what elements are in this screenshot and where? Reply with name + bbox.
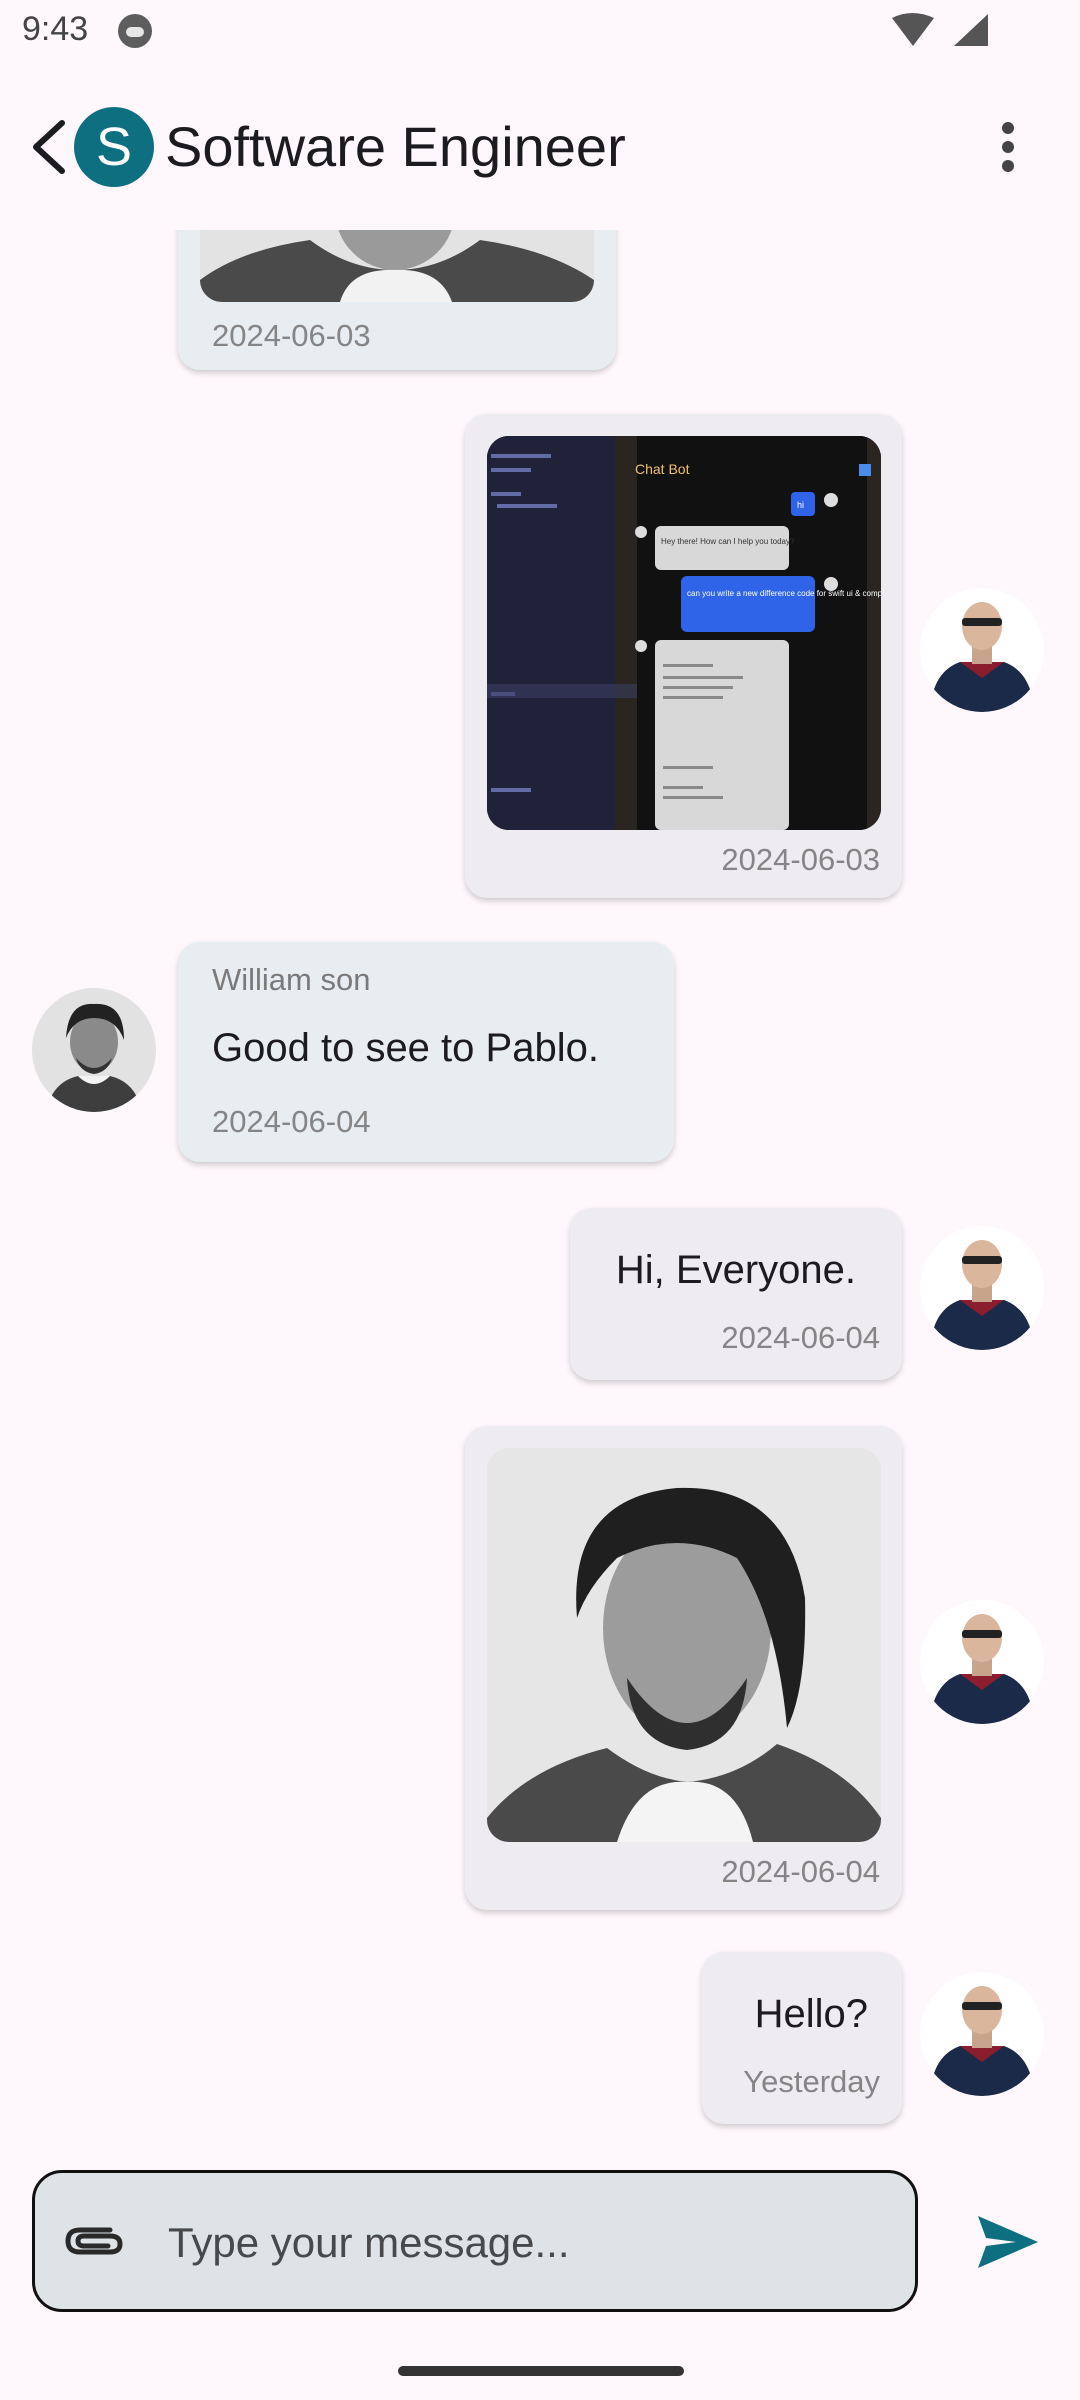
back-arrow-icon	[33, 120, 65, 174]
sender-avatar-william[interactable]	[32, 988, 156, 1112]
message-text: Hello?	[754, 1992, 868, 2036]
message-image[interactable]	[200, 230, 594, 302]
message-input[interactable]	[168, 2214, 868, 2272]
person-photo-image	[200, 230, 594, 302]
chat-avatar[interactable]: S	[74, 107, 154, 187]
svg-text:hi: hi	[797, 500, 804, 510]
screenshot-header-text: Chat Bot	[635, 461, 690, 477]
send-icon	[978, 2216, 1038, 2268]
status-notification-icon	[118, 14, 152, 48]
message-bubble-sent[interactable]: Hello? Yesterday	[702, 1952, 902, 2124]
message-bubble-sent[interactable]: 2024-06-04	[465, 1426, 902, 1910]
message-timestamp: Yesterday	[743, 2064, 880, 2099]
more-options-button[interactable]	[986, 112, 1030, 182]
message-timestamp: 2024-06-04	[721, 1320, 880, 1355]
message-text: Good to see to Pablo.	[212, 1026, 599, 1070]
message-timestamp: 2024-06-03	[212, 318, 371, 353]
message-timestamp: 2024-06-04	[721, 1854, 880, 1889]
paperclip-icon	[65, 2227, 123, 2255]
message-bubble-received[interactable]: William son Good to see to Pablo. 2024-0…	[178, 942, 674, 1162]
message-list[interactable]: 2024-06-03 Chat Bot hi Hey there! How ca…	[0, 230, 1080, 2142]
sender-name: William son	[212, 962, 371, 997]
signal-wifi-icons	[892, 13, 988, 46]
message-text: Hi, Everyone.	[615, 1248, 856, 1292]
home-indicator[interactable]	[398, 2366, 684, 2376]
chat-bot-screenshot-image: Chat Bot hi Hey there! How can I help yo…	[487, 436, 881, 830]
sender-avatar-self[interactable]	[920, 1972, 1044, 2096]
status-time: 9:43	[22, 10, 89, 48]
wifi-icon	[892, 13, 934, 46]
message-timestamp: 2024-06-04	[212, 1104, 371, 1139]
svg-text:Hey there! How can I help you: Hey there! How can I help you today?	[661, 537, 795, 546]
person-photo-image	[487, 1448, 881, 1842]
message-image[interactable]	[487, 1448, 881, 1842]
send-button[interactable]	[972, 2212, 1042, 2272]
message-bubble-received[interactable]: 2024-06-03	[178, 230, 616, 370]
attach-button[interactable]	[64, 2216, 126, 2266]
more-vert-icon	[1002, 122, 1014, 172]
back-button[interactable]	[18, 112, 78, 182]
message-bubble-sent[interactable]: Chat Bot hi Hey there! How can I help yo…	[465, 414, 902, 898]
message-timestamp: 2024-06-03	[721, 842, 880, 877]
sender-avatar-self[interactable]	[920, 1600, 1044, 1724]
message-bubble-sent[interactable]: Hi, Everyone. 2024-06-04	[570, 1208, 902, 1380]
sender-avatar-self[interactable]	[920, 1226, 1044, 1350]
chat-title: Software Engineer	[165, 115, 626, 178]
message-image[interactable]: Chat Bot hi Hey there! How can I help yo…	[487, 436, 881, 830]
sender-avatar-self[interactable]	[920, 588, 1044, 712]
svg-text:can you write a new difference: can you write a new difference code for …	[687, 589, 881, 598]
cell-signal-icon	[954, 14, 988, 46]
